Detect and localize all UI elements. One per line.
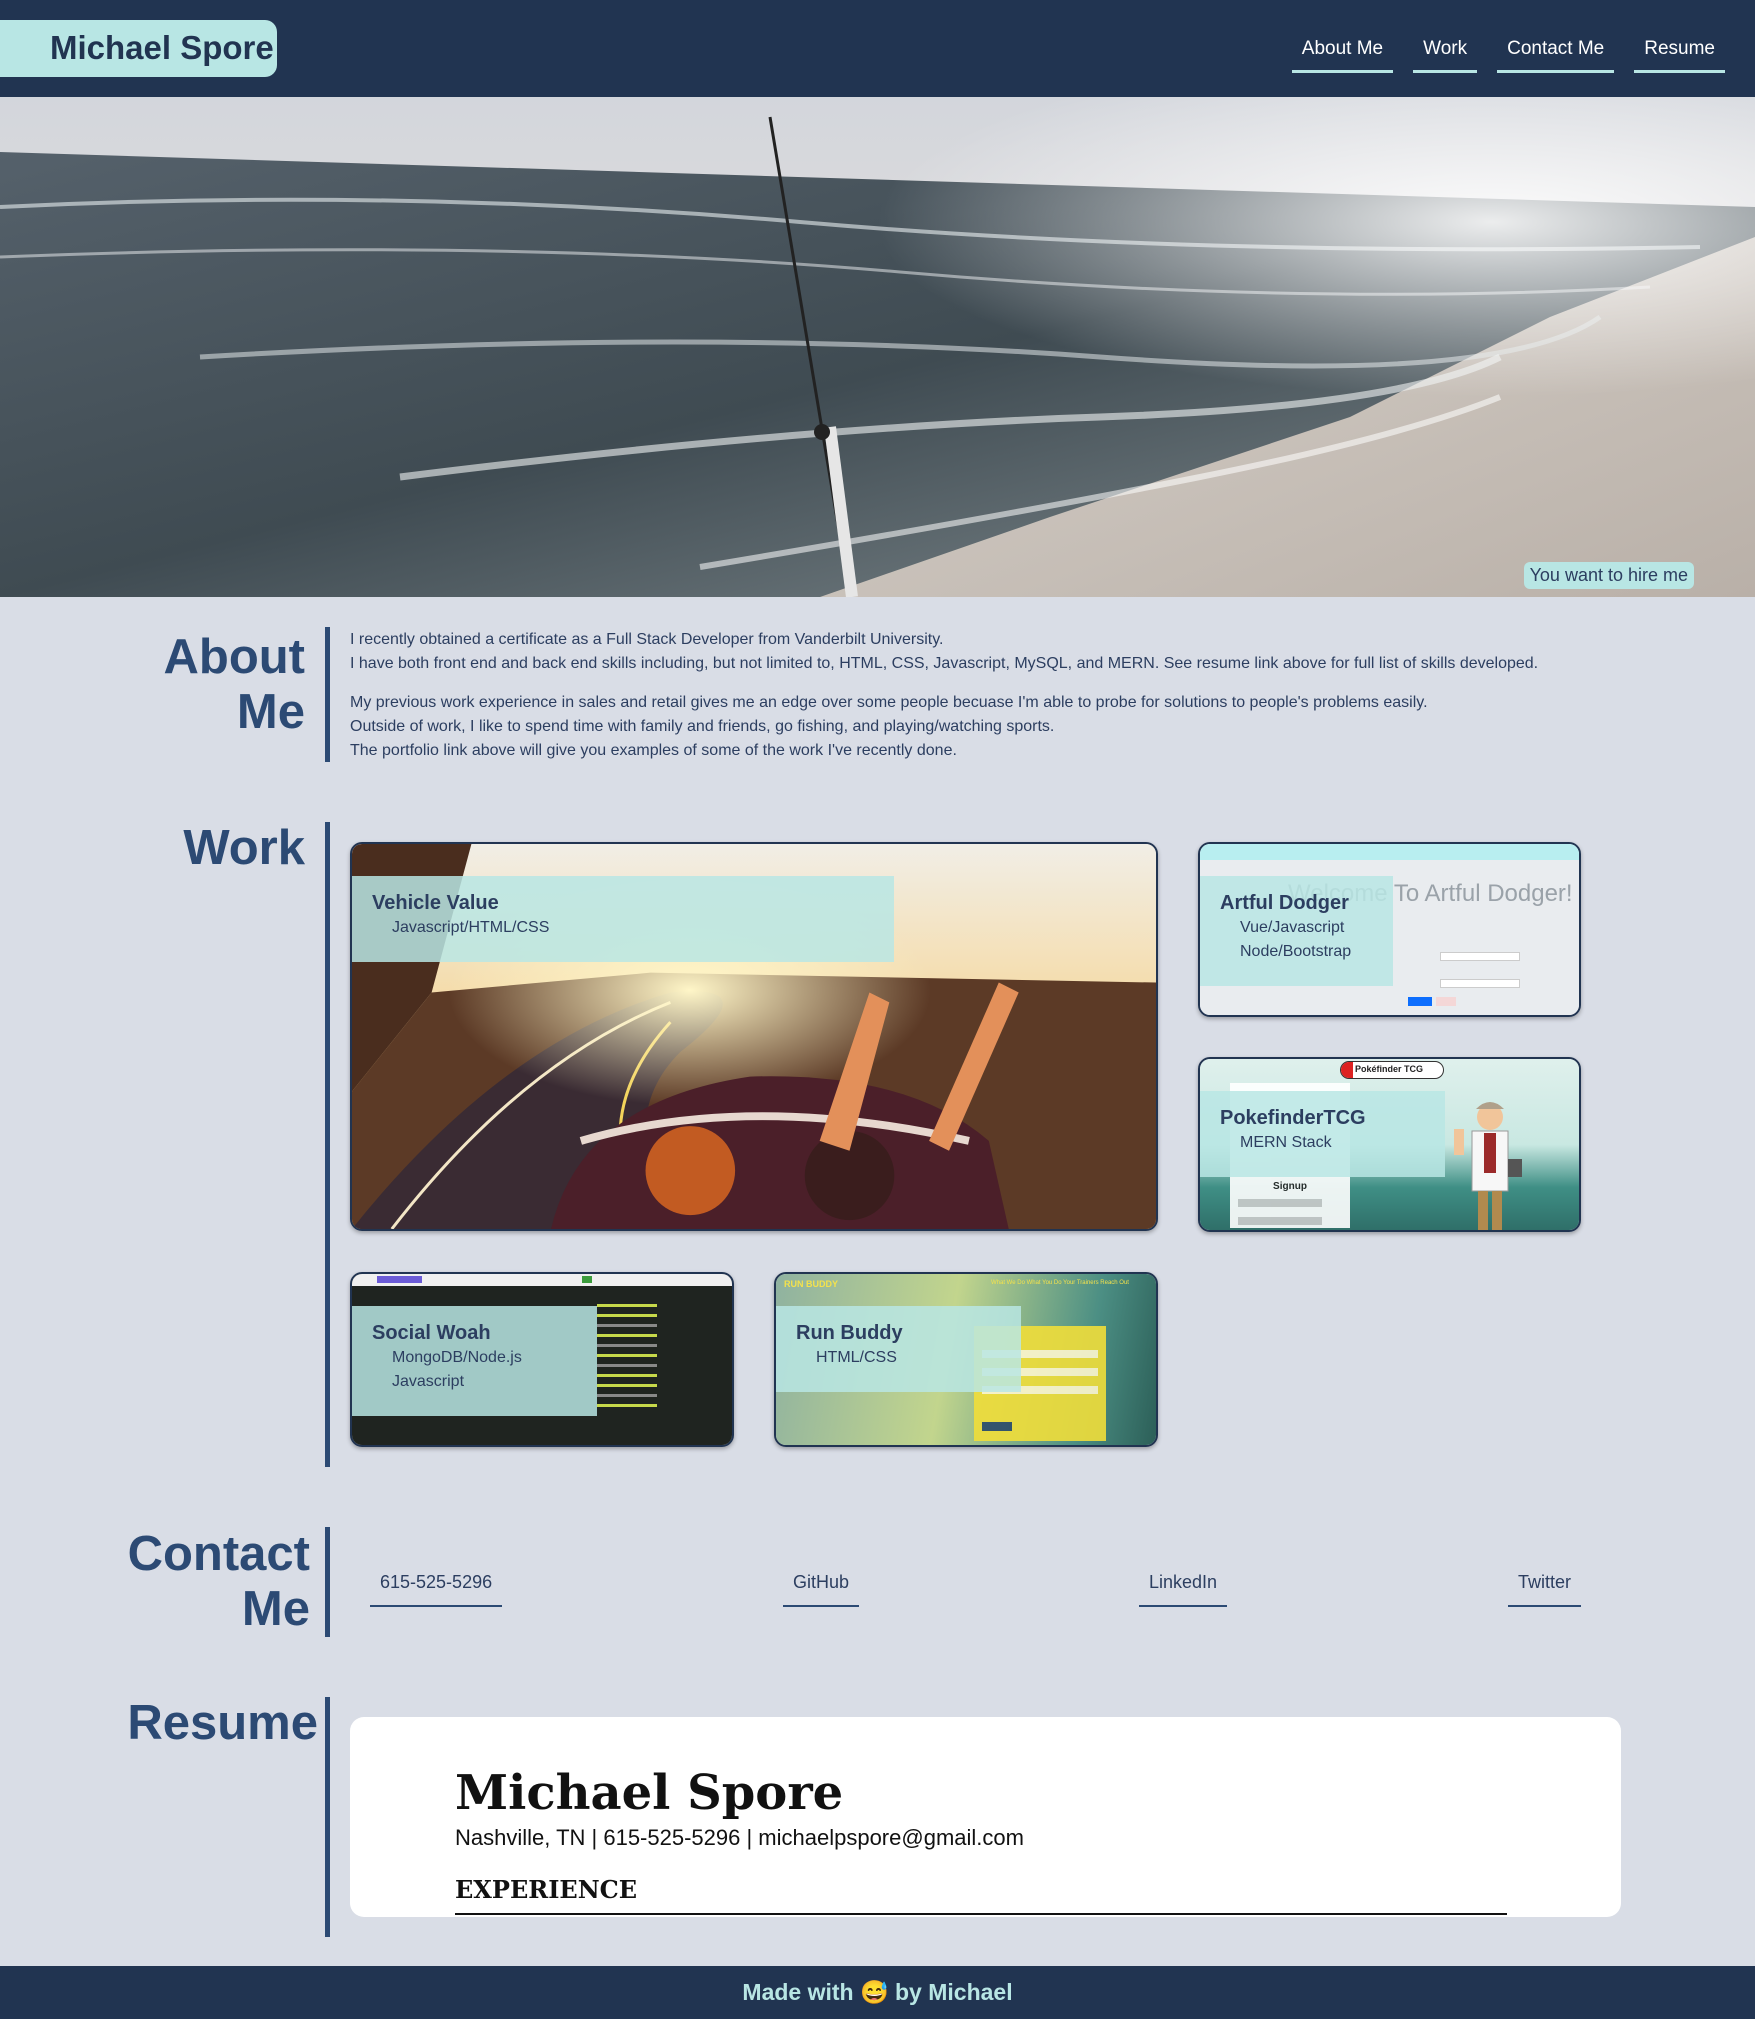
project-card-artful-dodger[interactable]: Welcome To Artful Dodger! Artful Dodger …	[1198, 842, 1581, 1017]
contact-github-link[interactable]: GitHub	[783, 1572, 860, 1607]
nav-resume[interactable]: Resume	[1634, 36, 1725, 73]
about-paragraph-1: I recently obtained a certificate as a F…	[350, 628, 1680, 676]
screenshot-button	[982, 1422, 1012, 1431]
screenshot-tab	[377, 1276, 422, 1283]
about-heading-line2: Me	[236, 685, 305, 739]
project-card-social-woah[interactable]: Social Woah MongoDB/Node.js Javascript	[350, 1272, 734, 1447]
project-card-vehicle-value[interactable]: Vehicle Value Javascript/HTML/CSS	[350, 842, 1158, 1231]
footer-text: Made with 😅 by Michael	[742, 1979, 1013, 2005]
project-overlay: Artful Dodger Vue/Javascript Node/Bootst…	[1200, 876, 1393, 986]
nav-about-me[interactable]: About Me	[1291, 36, 1394, 73]
screenshot-input	[1238, 1199, 1322, 1207]
project-overlay: Vehicle Value Javascript/HTML/CSS	[352, 876, 894, 962]
screenshot-nav-text: What We Do What You Do Your Trainers Rea…	[991, 1280, 1129, 1286]
nav-contact-me[interactable]: Contact Me	[1497, 36, 1615, 73]
screenshot-logo-pill: Pokéfinder TCG	[1340, 1061, 1444, 1079]
beach-fishing-image	[0, 97, 1755, 597]
screenshot-logo-text: RUN BUDDY	[784, 1279, 838, 1289]
screenshot-button	[582, 1276, 592, 1283]
project-title: PokefinderTCG	[1220, 1107, 1366, 1129]
resume-section-heading: EXPERIENCE	[455, 1875, 638, 1904]
project-title: Vehicle Value	[372, 892, 499, 914]
contact-divider	[325, 1527, 330, 1637]
project-tech: Node/Bootstrap	[1240, 943, 1352, 960]
project-tech: Vue/Javascript	[1240, 919, 1345, 936]
hero-banner: You want to hire me	[0, 97, 1755, 597]
contact-heading: Contact Me	[100, 1527, 310, 1637]
contact-heading-line2: Me	[241, 1582, 310, 1636]
project-tech: Javascript	[392, 1373, 465, 1390]
project-card-pokefindertcg[interactable]: Pokéfinder TCG Signup PokefinderTCG MERN…	[1198, 1057, 1581, 1232]
about-heading: About Me	[100, 630, 306, 740]
about-line: Outside of work, I like to spend time wi…	[350, 718, 1055, 735]
project-tech: HTML/CSS	[816, 1349, 897, 1366]
resume-preview[interactable]: Michael Spore Nashville, TN | 615-525-52…	[350, 1717, 1621, 1917]
resume-divider	[325, 1697, 330, 1937]
work-divider	[325, 822, 330, 1467]
screenshot-button	[1436, 997, 1456, 1006]
about-divider	[325, 627, 330, 762]
project-tech: MongoDB/Node.js	[392, 1349, 522, 1366]
about-heading-line1: About	[163, 630, 306, 684]
project-card-run-buddy[interactable]: RUN BUDDY What We Do What You Do Your Tr…	[774, 1272, 1158, 1447]
hire-me-badge[interactable]: You want to hire me	[1523, 562, 1694, 589]
footer: Made with 😅 by Michael	[0, 1966, 1755, 2019]
project-tech: MERN Stack	[1240, 1134, 1332, 1151]
work-heading: Work	[183, 821, 305, 875]
resume-rule	[455, 1913, 1507, 1915]
project-tech: Javascript/HTML/CSS	[392, 919, 550, 936]
project-overlay: PokefinderTCG MERN Stack	[1200, 1091, 1445, 1177]
project-title: Run Buddy	[796, 1322, 903, 1344]
pokeball-icon	[1341, 1062, 1353, 1078]
nav-work[interactable]: Work	[1413, 36, 1478, 73]
resume-name: Michael Spore	[455, 1765, 844, 1821]
project-title: Social Woah	[372, 1322, 491, 1344]
top-navbar: Michael Spore About Me Work Contact Me R…	[0, 0, 1755, 97]
project-overlay: Run Buddy HTML/CSS	[776, 1306, 1021, 1392]
screenshot-input	[1440, 979, 1520, 988]
screenshot-form-title: Signup	[1273, 1181, 1307, 1192]
professor-oak-image	[1454, 1102, 1522, 1230]
contact-phone-link[interactable]: 615-525-5296	[370, 1572, 503, 1607]
screenshot-input	[1440, 952, 1520, 961]
screenshot-input	[1238, 1217, 1322, 1225]
main-nav: About Me Work Contact Me Resume	[1291, 36, 1725, 73]
resume-heading: Resume	[127, 1696, 318, 1750]
screenshot-button	[1408, 997, 1432, 1006]
project-overlay: Social Woah MongoDB/Node.js Javascript	[352, 1306, 597, 1416]
about-text: I recently obtained a certificate as a F…	[350, 628, 1680, 763]
project-title: Artful Dodger	[1220, 892, 1349, 914]
screenshot-code-lines	[597, 1304, 657, 1307]
about-line: I have both front end and back end skill…	[350, 655, 1539, 672]
about-line: The portfolio link above will give you e…	[350, 742, 957, 759]
about-paragraph-2: My previous work experience in sales and…	[350, 691, 1680, 763]
contact-twitter-link[interactable]: Twitter	[1508, 1572, 1582, 1607]
about-line: I recently obtained a certificate as a F…	[350, 631, 944, 648]
screenshot-logo-text: Pokéfinder TCG	[1355, 1064, 1424, 1074]
contact-heading-line1: Contact	[127, 1527, 310, 1581]
resume-contact-line: Nashville, TN | 615-525-5296 | michaelps…	[455, 1825, 1024, 1850]
site-brand[interactable]: Michael Spore	[0, 20, 277, 77]
screenshot-topbar	[1200, 844, 1579, 860]
contact-linkedin-link[interactable]: LinkedIn	[1139, 1572, 1228, 1607]
about-line: My previous work experience in sales and…	[350, 694, 1428, 711]
